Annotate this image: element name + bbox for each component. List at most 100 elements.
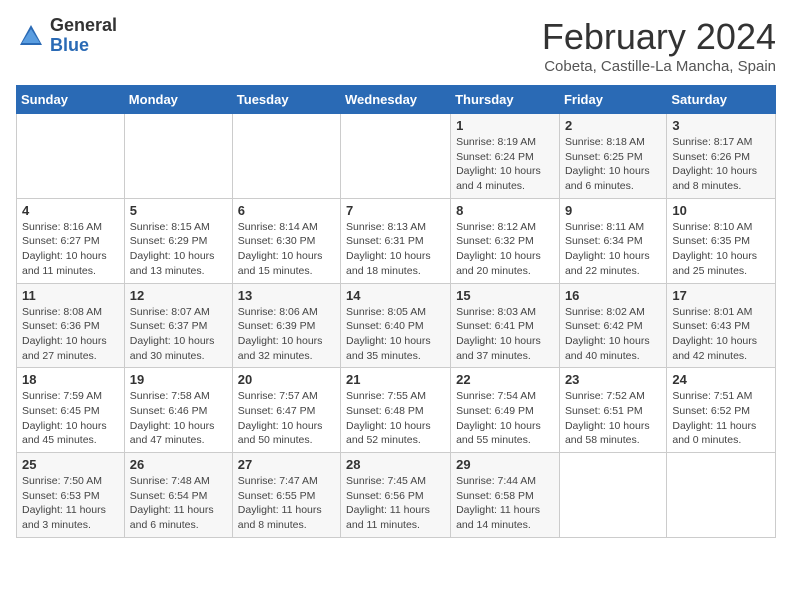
calendar-cell: 13 Sunrise: 8:06 AM Sunset: 6:39 PM Dayli… — [232, 283, 340, 368]
logo-blue: Blue — [50, 36, 117, 56]
day-number: 14 — [346, 288, 445, 303]
day-info: Sunrise: 8:11 AM Sunset: 6:34 PM Dayligh… — [565, 220, 661, 279]
calendar-cell: 15 Sunrise: 8:03 AM Sunset: 6:41 PM Dayli… — [451, 283, 560, 368]
day-info: Sunrise: 8:08 AM Sunset: 6:36 PM Dayligh… — [22, 305, 119, 364]
day-number: 24 — [672, 372, 770, 387]
day-info: Sunrise: 8:14 AM Sunset: 6:30 PM Dayligh… — [238, 220, 335, 279]
page-header: General Blue February 2024 Cobeta, Casti… — [16, 16, 776, 75]
day-info: Sunrise: 8:16 AM Sunset: 6:27 PM Dayligh… — [22, 220, 119, 279]
day-info: Sunrise: 7:44 AM Sunset: 6:58 PM Dayligh… — [456, 474, 554, 533]
calendar-header: Sunday Monday Tuesday Wednesday Thursday… — [17, 86, 776, 114]
calendar-cell: 27Sunrise: 7:47 AM Sunset: 6:55 PM Dayli… — [232, 453, 340, 538]
day-info: Sunrise: 8:18 AM Sunset: 6:25 PM Dayligh… — [565, 135, 661, 194]
day-number: 26 — [130, 457, 227, 472]
calendar-cell: 16Sunrise: 8:02 AM Sunset: 6:42 PM Dayli… — [559, 283, 666, 368]
day-info: Sunrise: 7:51 AM Sunset: 6:52 PM Dayligh… — [672, 389, 770, 448]
header-row: Sunday Monday Tuesday Wednesday Thursday… — [17, 86, 776, 114]
calendar-cell: 18Sunrise: 7:59 AM Sunset: 6:45 PM Dayli… — [17, 368, 125, 453]
calendar-cell: 23 Sunrise: 7:52 AM Sunset: 6:51 PM Dayli… — [559, 368, 666, 453]
day-number: 28 — [346, 457, 445, 472]
day-number: 20 — [238, 372, 335, 387]
calendar-cell: 3 Sunrise: 8:17 AM Sunset: 6:26 PM Daylig… — [667, 114, 776, 199]
location-subtitle: Cobeta, Castille-La Mancha, Spain — [542, 58, 776, 75]
header-tuesday: Tuesday — [232, 86, 340, 114]
calendar-cell: 2 Sunrise: 8:18 AM Sunset: 6:25 PM Daylig… — [559, 114, 666, 199]
calendar-cell: 25 Sunrise: 7:50 AM Sunset: 6:53 PM Dayli… — [17, 453, 125, 538]
day-number: 21 — [346, 372, 445, 387]
calendar-cell: 26 Sunrise: 7:48 AM Sunset: 6:54 PM Dayli… — [124, 453, 232, 538]
day-number: 6 — [238, 203, 335, 218]
day-info: Sunrise: 7:45 AM Sunset: 6:56 PM Dayligh… — [346, 474, 445, 533]
calendar-cell — [17, 114, 125, 199]
header-thursday: Thursday — [451, 86, 560, 114]
calendar-week-1: 1 Sunrise: 8:19 AM Sunset: 6:24 PM Daylig… — [17, 114, 776, 199]
logo-text: General Blue — [50, 16, 117, 56]
month-title: February 2024 — [542, 16, 776, 58]
day-number: 10 — [672, 203, 770, 218]
title-block: February 2024 Cobeta, Castille-La Mancha… — [542, 16, 776, 75]
day-number: 23 — [565, 372, 661, 387]
logo-general: General — [50, 16, 117, 36]
calendar-cell: 21 Sunrise: 7:55 AM Sunset: 6:48 PM Dayli… — [341, 368, 451, 453]
calendar-cell: 9 Sunrise: 8:11 AM Sunset: 6:34 PM Daylig… — [559, 198, 666, 283]
day-info: Sunrise: 8:13 AM Sunset: 6:31 PM Dayligh… — [346, 220, 445, 279]
day-number: 25 — [22, 457, 119, 472]
day-info: Sunrise: 8:06 AM Sunset: 6:39 PM Dayligh… — [238, 305, 335, 364]
calendar-body: 1 Sunrise: 8:19 AM Sunset: 6:24 PM Daylig… — [17, 114, 776, 538]
day-info: Sunrise: 8:19 AM Sunset: 6:24 PM Dayligh… — [456, 135, 554, 194]
calendar-cell: 11Sunrise: 8:08 AM Sunset: 6:36 PM Dayli… — [17, 283, 125, 368]
day-number: 7 — [346, 203, 445, 218]
calendar-cell — [341, 114, 451, 199]
day-info: Sunrise: 8:02 AM Sunset: 6:42 PM Dayligh… — [565, 305, 661, 364]
day-number: 17 — [672, 288, 770, 303]
logo: General Blue — [16, 16, 117, 56]
calendar-cell: 20 Sunrise: 7:57 AM Sunset: 6:47 PM Dayli… — [232, 368, 340, 453]
day-info: Sunrise: 8:12 AM Sunset: 6:32 PM Dayligh… — [456, 220, 554, 279]
day-info: Sunrise: 7:52 AM Sunset: 6:51 PM Dayligh… — [565, 389, 661, 448]
calendar-cell: 7 Sunrise: 8:13 AM Sunset: 6:31 PM Daylig… — [341, 198, 451, 283]
calendar-cell: 22Sunrise: 7:54 AM Sunset: 6:49 PM Dayli… — [451, 368, 560, 453]
calendar-cell: 24 Sunrise: 7:51 AM Sunset: 6:52 PM Dayli… — [667, 368, 776, 453]
day-info: Sunrise: 7:54 AM Sunset: 6:49 PM Dayligh… — [456, 389, 554, 448]
calendar-cell: 29 Sunrise: 7:44 AM Sunset: 6:58 PM Dayli… — [451, 453, 560, 538]
calendar-table: Sunday Monday Tuesday Wednesday Thursday… — [16, 85, 776, 538]
calendar-week-5: 25 Sunrise: 7:50 AM Sunset: 6:53 PM Dayli… — [17, 453, 776, 538]
calendar-cell: 17Sunrise: 8:01 AM Sunset: 6:43 PM Dayli… — [667, 283, 776, 368]
header-friday: Friday — [559, 86, 666, 114]
header-monday: Monday — [124, 86, 232, 114]
day-number: 3 — [672, 118, 770, 133]
day-number: 13 — [238, 288, 335, 303]
day-info: Sunrise: 8:17 AM Sunset: 6:26 PM Dayligh… — [672, 135, 770, 194]
day-number: 1 — [456, 118, 554, 133]
header-wednesday: Wednesday — [341, 86, 451, 114]
calendar-week-3: 11Sunrise: 8:08 AM Sunset: 6:36 PM Dayli… — [17, 283, 776, 368]
calendar-week-4: 18Sunrise: 7:59 AM Sunset: 6:45 PM Dayli… — [17, 368, 776, 453]
day-number: 12 — [130, 288, 227, 303]
day-number: 9 — [565, 203, 661, 218]
day-info: Sunrise: 7:57 AM Sunset: 6:47 PM Dayligh… — [238, 389, 335, 448]
day-info: Sunrise: 8:03 AM Sunset: 6:41 PM Dayligh… — [456, 305, 554, 364]
day-info: Sunrise: 7:47 AM Sunset: 6:55 PM Dayligh… — [238, 474, 335, 533]
calendar-cell: 14Sunrise: 8:05 AM Sunset: 6:40 PM Dayli… — [341, 283, 451, 368]
day-info: Sunrise: 7:59 AM Sunset: 6:45 PM Dayligh… — [22, 389, 119, 448]
day-info: Sunrise: 7:50 AM Sunset: 6:53 PM Dayligh… — [22, 474, 119, 533]
calendar-cell: 6 Sunrise: 8:14 AM Sunset: 6:30 PM Daylig… — [232, 198, 340, 283]
calendar-cell — [667, 453, 776, 538]
day-number: 8 — [456, 203, 554, 218]
day-info: Sunrise: 7:48 AM Sunset: 6:54 PM Dayligh… — [130, 474, 227, 533]
day-info: Sunrise: 7:58 AM Sunset: 6:46 PM Dayligh… — [130, 389, 227, 448]
calendar-cell: 12Sunrise: 8:07 AM Sunset: 6:37 PM Dayli… — [124, 283, 232, 368]
day-number: 2 — [565, 118, 661, 133]
day-info: Sunrise: 7:55 AM Sunset: 6:48 PM Dayligh… — [346, 389, 445, 448]
day-number: 15 — [456, 288, 554, 303]
day-number: 29 — [456, 457, 554, 472]
day-number: 19 — [130, 372, 227, 387]
header-sunday: Sunday — [17, 86, 125, 114]
logo-icon — [16, 21, 46, 51]
day-info: Sunrise: 8:10 AM Sunset: 6:35 PM Dayligh… — [672, 220, 770, 279]
calendar-cell: 8 Sunrise: 8:12 AM Sunset: 6:32 PM Daylig… — [451, 198, 560, 283]
calendar-cell: 1 Sunrise: 8:19 AM Sunset: 6:24 PM Daylig… — [451, 114, 560, 199]
calendar-cell: 19 Sunrise: 7:58 AM Sunset: 6:46 PM Dayli… — [124, 368, 232, 453]
calendar-cell — [124, 114, 232, 199]
calendar-cell — [559, 453, 666, 538]
